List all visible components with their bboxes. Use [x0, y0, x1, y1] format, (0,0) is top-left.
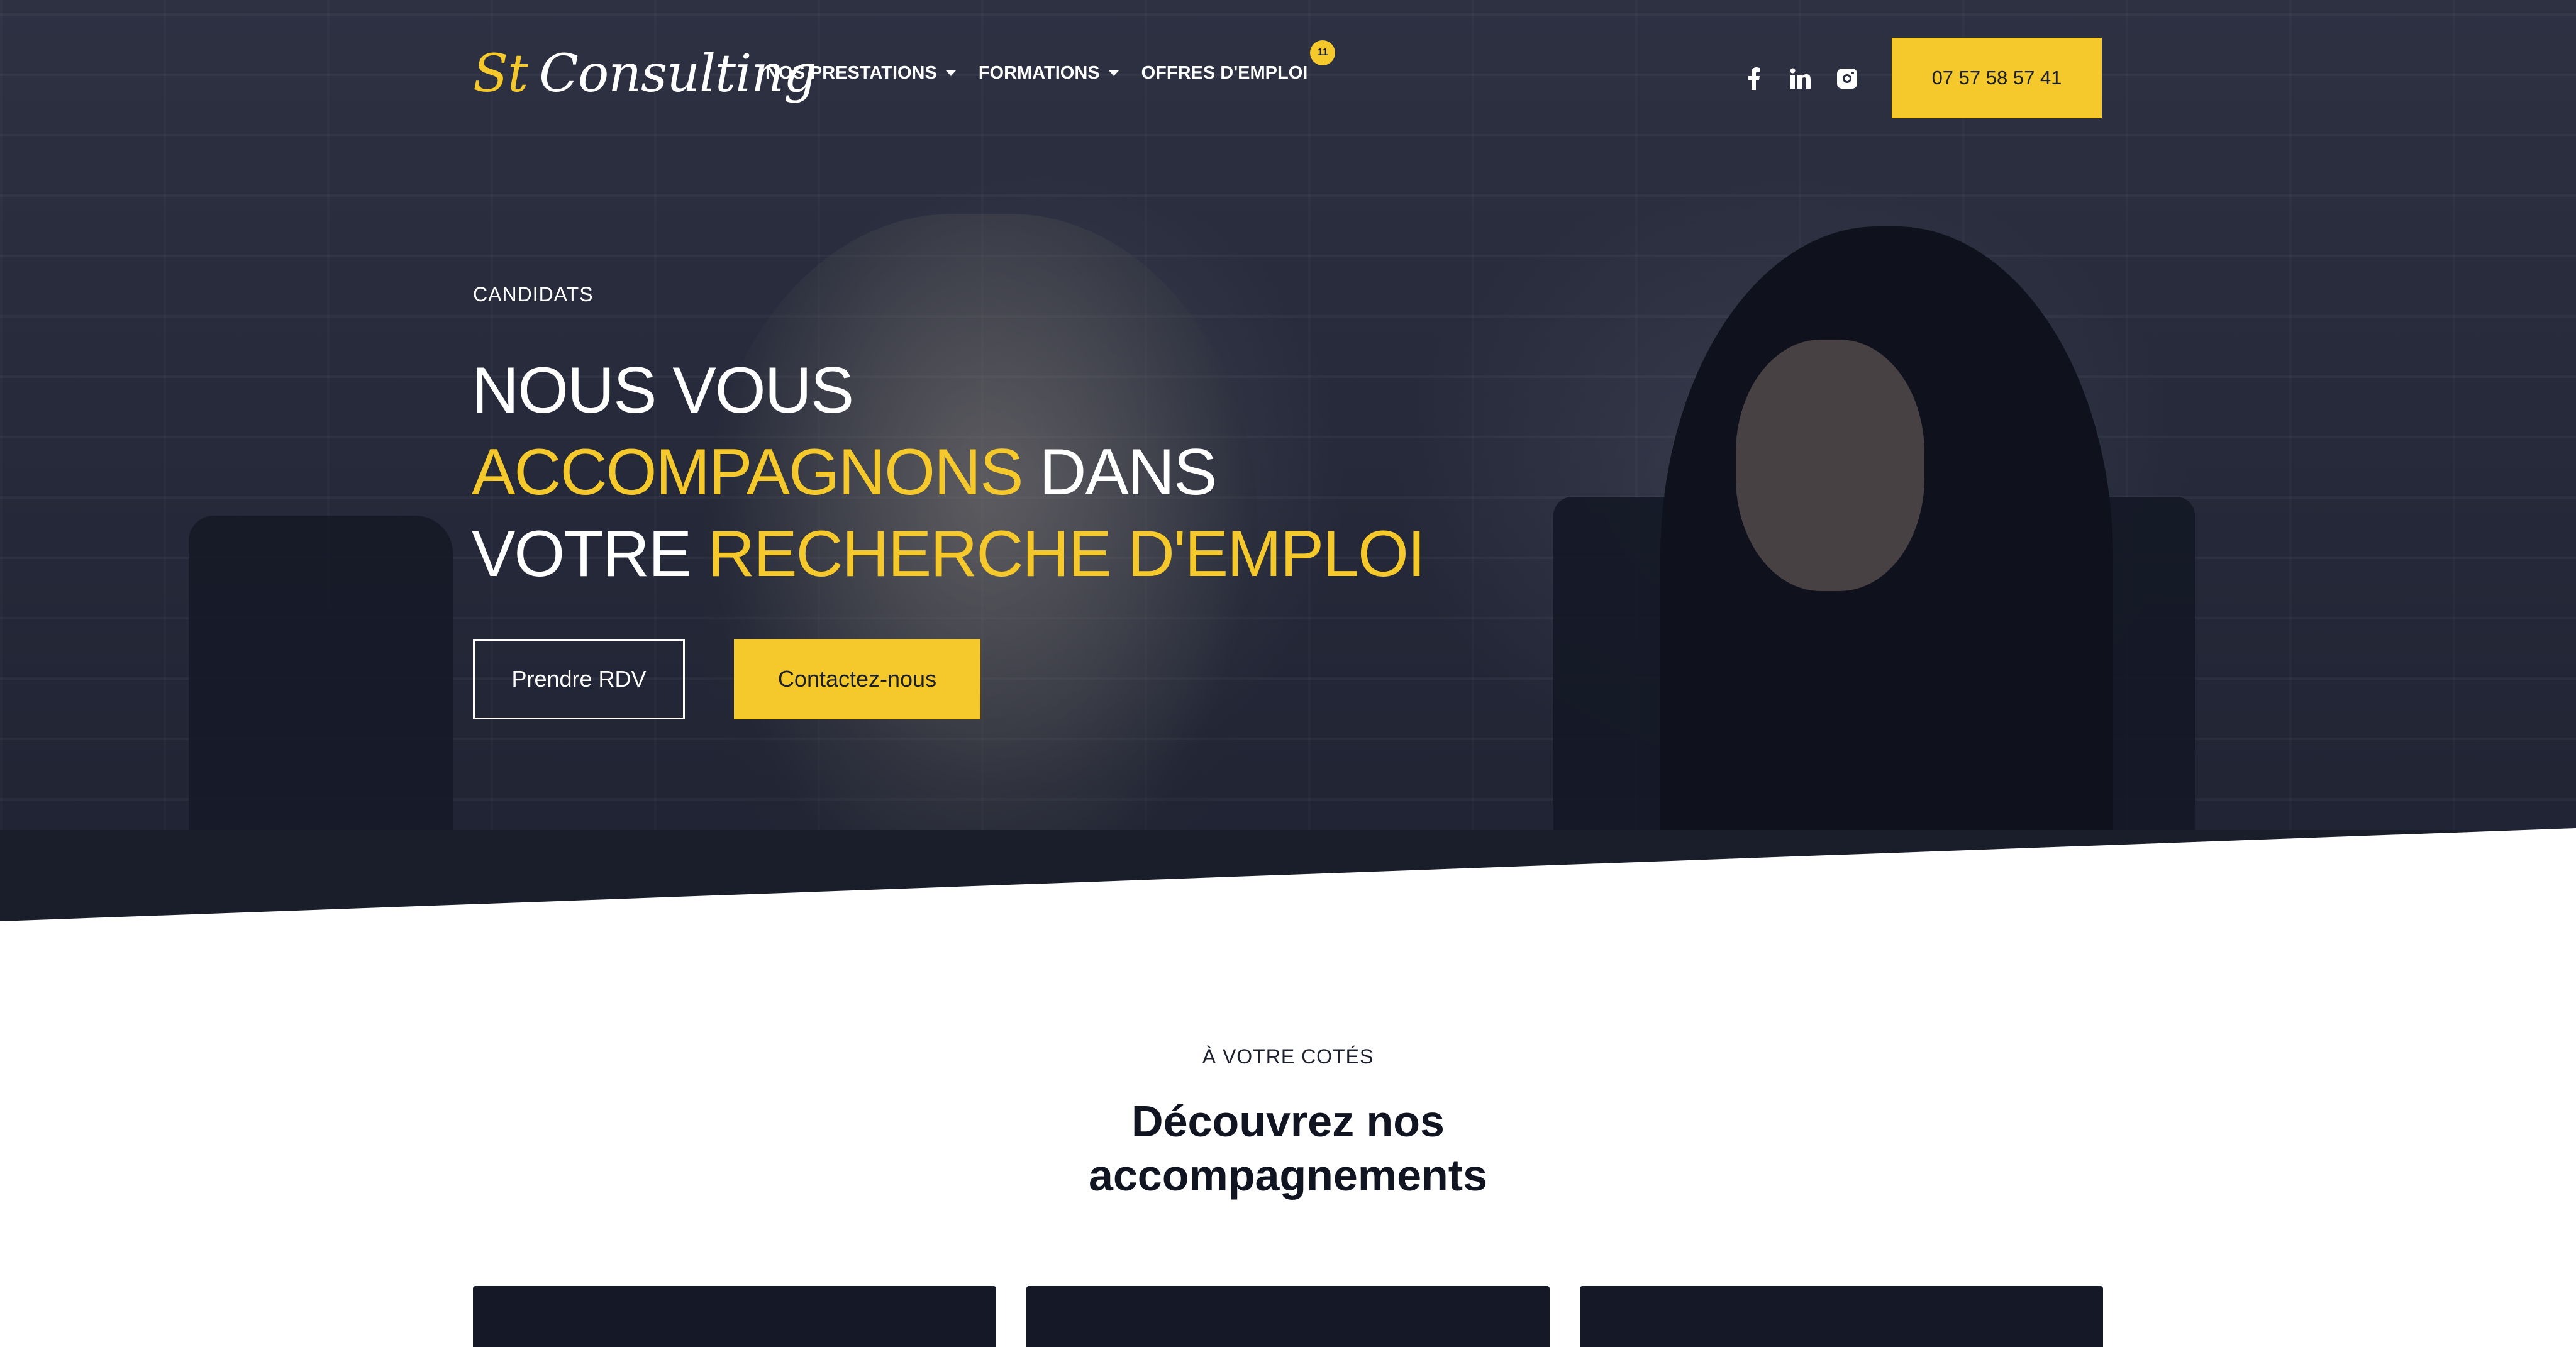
nav-item-prestations[interactable]: NOS PRESTATIONS [765, 63, 956, 84]
instagram-icon[interactable] [1835, 67, 1859, 91]
headline-accent: ACCOMPAGNONS [472, 436, 1023, 509]
social-links [1742, 67, 1859, 91]
section-eyebrow: À VOTRE COTÉS [1202, 1045, 1374, 1068]
hero-photo-person-right [1660, 226, 2113, 918]
facebook-icon[interactable] [1742, 67, 1766, 91]
service-card[interactable] [1580, 1286, 2103, 1347]
section-title: Découvrez nos accompagnements [974, 1094, 1602, 1202]
headline-accent: RECHERCHE D'EMPLOI [708, 518, 1426, 590]
nav-label: NOS PRESTATIONS [765, 63, 937, 83]
book-appointment-button[interactable]: Prendre RDV [473, 639, 685, 719]
hero-eyebrow: CANDIDATS [473, 283, 594, 306]
hero-photo-face [1736, 340, 1924, 591]
section-title-line2: accompagnements [1088, 1151, 1488, 1200]
chevron-down-icon [945, 70, 956, 76]
service-card[interactable] [1026, 1286, 1550, 1347]
phone-button[interactable]: 07 57 58 57 41 [1892, 38, 2102, 118]
headline-line1: NOUS VOUS [472, 354, 854, 427]
chevron-down-icon [1108, 70, 1119, 76]
contact-button[interactable]: Contactez-nous [734, 639, 980, 719]
service-card[interactable] [473, 1286, 996, 1347]
nav-label: OFFRES D'EMPLOI [1141, 63, 1308, 83]
nav-item-formations[interactable]: FORMATIONS [979, 63, 1119, 84]
headline-text: DANS [1022, 436, 1217, 509]
site-logo[interactable]: St Consulting [473, 39, 817, 108]
nav-label: FORMATIONS [978, 63, 1100, 83]
nav-item-offres-emploi[interactable]: OFFRES D'EMPLOI 11 [1141, 40, 1336, 84]
main-nav: NOS PRESTATIONS FORMATIONS OFFRES D'EMPL… [765, 40, 1336, 84]
headline-text: VOTRE [472, 518, 708, 590]
section-title-line1: Découvrez nos [1131, 1097, 1445, 1146]
service-cards [473, 1286, 2103, 1347]
linkedin-icon[interactable] [1789, 67, 1813, 91]
logo-initials: St [473, 43, 528, 104]
hero-headline: NOUS VOUS ACCOMPAGNONS DANS VOTRE RECHER… [472, 350, 1426, 595]
